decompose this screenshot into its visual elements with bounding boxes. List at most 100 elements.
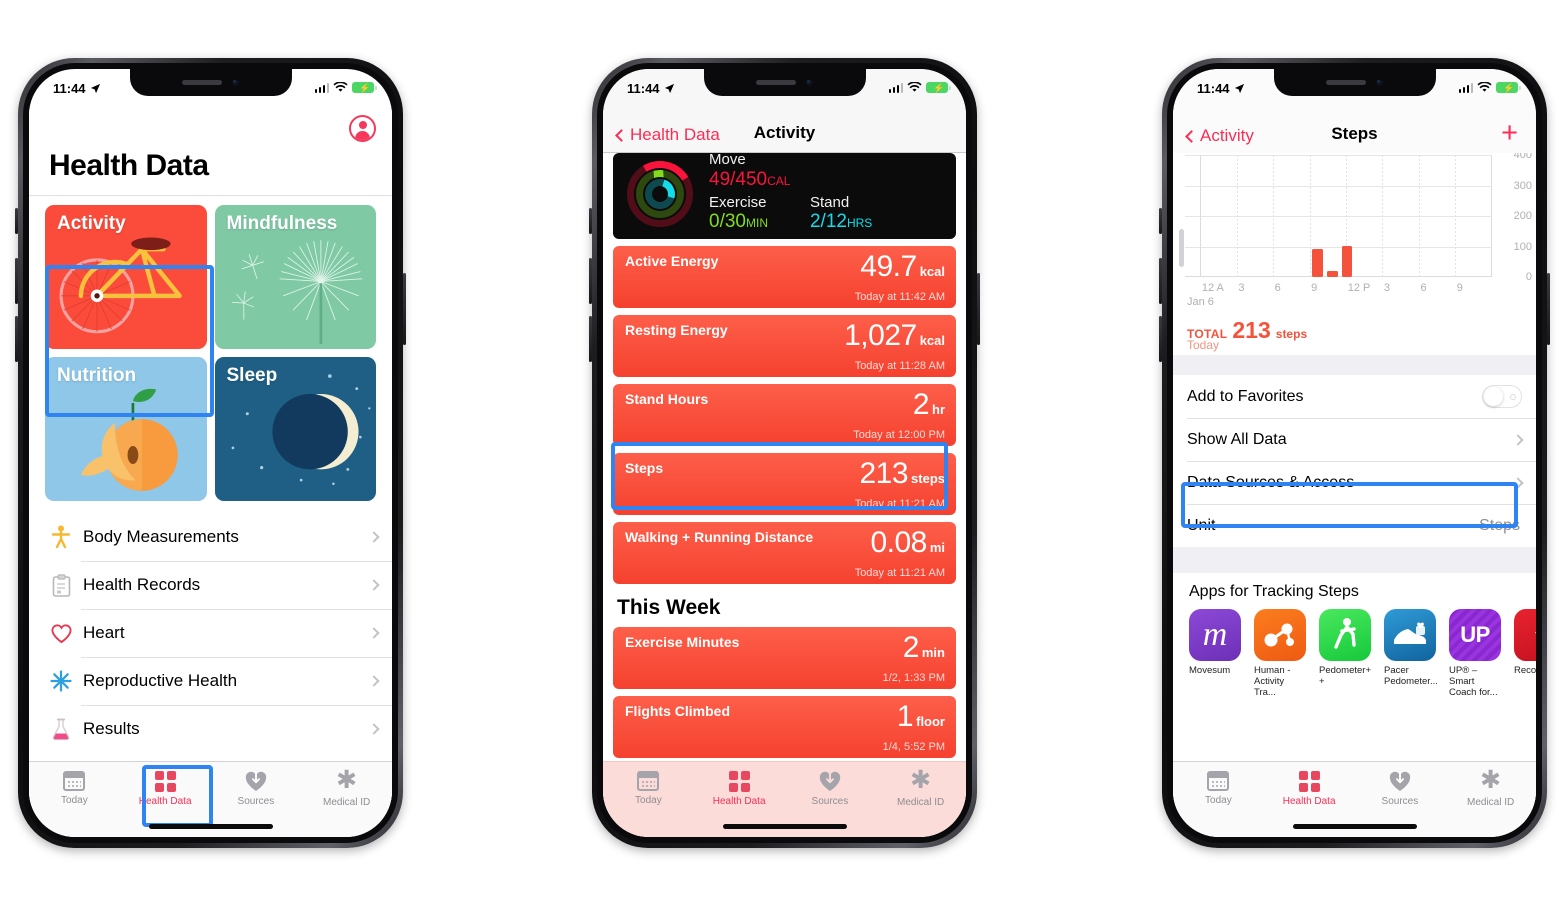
app-item[interactable]: m Movesum [1189, 609, 1241, 698]
shoe-icon [1384, 609, 1436, 661]
gridline-400 [1185, 155, 1492, 156]
plus-icon[interactable]: + [1501, 119, 1518, 148]
section-title-this-week: This Week [617, 596, 721, 619]
status-time: 11:44 [1197, 81, 1245, 96]
settings-row-show-all-data[interactable]: Show All Data [1173, 418, 1536, 461]
power-button[interactable] [403, 273, 406, 345]
settings-row-unit[interactable]: Unit Steps [1173, 504, 1536, 547]
mute-switch[interactable] [589, 208, 592, 234]
home-indicator[interactable] [722, 824, 847, 829]
earpiece-speaker-icon [755, 80, 796, 85]
app-item[interactable]: Human - Activity Tra... [1254, 609, 1306, 698]
metric-card-resting-energy[interactable]: Resting Energy 1,027 kcal Today at 11:28… [613, 315, 956, 377]
tab-health-data[interactable]: Health Data [1264, 762, 1355, 821]
mute-switch[interactable] [15, 208, 18, 234]
mute-switch[interactable] [1159, 208, 1162, 234]
ytick-label: 300 [1513, 179, 1532, 192]
tab-sources[interactable]: Sources [211, 762, 302, 821]
activity-rings-text: Move 49/450CAL Exercise 0/30MIN Stand 2/… [709, 153, 948, 233]
calendar-icon [637, 771, 660, 791]
calendar-icon [1207, 771, 1230, 791]
cellular-signal-icon [888, 82, 903, 93]
power-button[interactable] [977, 273, 980, 345]
earpiece-speaker-icon [181, 80, 222, 85]
tab-health-data[interactable]: Health Data [694, 762, 785, 821]
profile-avatar-icon[interactable] [349, 115, 376, 142]
tile-activity-label: Activity [57, 213, 126, 234]
chart-scroll-thumb[interactable] [1179, 229, 1184, 267]
chevron-right-icon [368, 579, 380, 591]
metric-timestamp: Today at 11:42 AM [854, 291, 945, 303]
app-item[interactable]: Reco Unde [1514, 609, 1536, 698]
metric-card-active-energy[interactable]: Active Energy 49.7 kcal Today at 11:42 A… [613, 246, 956, 308]
tile-nutrition[interactable]: Nutrition [45, 357, 207, 501]
tab-medical-id[interactable]: ✱ Medical ID [301, 762, 392, 821]
activity-rings-card[interactable]: Move 49/450CAL Exercise 0/30MIN Stand 2/… [613, 153, 956, 239]
tab-sources-label: Sources [237, 796, 275, 807]
asterisk-icon: ✱ [1480, 766, 1502, 794]
page-title: Health Data [49, 149, 209, 182]
chevron-right-icon [1512, 476, 1524, 489]
metric-value-group: 2 hr [913, 388, 945, 422]
app-name: Human - Activity Tra... [1254, 665, 1291, 698]
volume-down-button[interactable] [589, 316, 592, 362]
settings-row-add-to-favorites[interactable]: Add to Favorites [1173, 375, 1536, 418]
home-indicator[interactable] [1292, 824, 1417, 829]
heart-outline-icon [47, 619, 75, 647]
list-item[interactable]: Reproductive Health [29, 657, 392, 705]
xtick-label: 9 [1456, 282, 1463, 294]
tab-health-data[interactable]: Health Data [120, 762, 211, 821]
clipboard-icon [47, 571, 75, 599]
tile-mindfulness[interactable]: Mindfulness [214, 205, 376, 349]
tile-sleep[interactable]: Sleep [214, 357, 376, 501]
heart-download-icon [1388, 771, 1412, 792]
metric-card-stand-hours[interactable]: Stand Hours 2 hr Today at 12:00 PM [613, 384, 956, 446]
power-button[interactable] [1547, 273, 1550, 345]
total-value: 213 [1232, 317, 1271, 343]
metric-card-walking-running-distance[interactable]: Walking + Running Distance 0.08 mi Today… [613, 522, 956, 584]
front-camera-icon [230, 78, 240, 87]
home-indicator[interactable] [148, 824, 273, 829]
metric-unit: steps [911, 471, 945, 486]
location-arrow-icon [664, 83, 674, 94]
tab-medical-id[interactable]: ✱ Medical ID [875, 762, 966, 821]
tab-today[interactable]: Today [29, 762, 120, 821]
tab-sources[interactable]: Sources [1355, 762, 1446, 821]
add-to-favorites-toggle[interactable] [1482, 385, 1522, 408]
volume-up-button[interactable] [1159, 258, 1162, 304]
settings-row-data-sources-access[interactable]: Data Sources & Access [1173, 461, 1536, 504]
settings-group-spacer [1173, 355, 1536, 375]
tab-sources[interactable]: Sources [785, 762, 876, 821]
xtick-label: 12 P [1347, 282, 1371, 294]
gridline-200 [1185, 216, 1492, 217]
tab-today[interactable]: Today [603, 762, 694, 821]
metric-card-steps[interactable]: Steps 213 steps Today at 11:21 AM [613, 453, 956, 515]
list-item[interactable]: Heart [29, 609, 392, 657]
steps-chart[interactable]: 400 300 200 100 0 12 A 3 6 9 12 P 3 6 9 [1173, 149, 1536, 308]
volume-up-button[interactable] [589, 258, 592, 304]
xtick-label: 6 [1274, 282, 1281, 294]
volume-down-button[interactable] [15, 316, 18, 362]
metric-card-exercise-minutes[interactable]: Exercise Minutes 2 min 1/2, 1:33 PM [613, 627, 956, 689]
tab-medical-id-label: Medical ID [897, 797, 945, 808]
earpiece-speaker-icon [1325, 80, 1366, 85]
app-item[interactable]: UP UP® – Smart Coach for... [1449, 609, 1501, 698]
app-item[interactable]: Pedometer+ + [1319, 609, 1371, 698]
tile-activity[interactable]: Activity [45, 205, 207, 349]
list-item[interactable]: Results [29, 705, 392, 753]
volume-down-button[interactable] [1159, 316, 1162, 362]
list-item[interactable]: Body Measurements [29, 513, 392, 561]
heart-download-icon [818, 771, 842, 792]
health-grid-icon [1298, 771, 1320, 792]
metric-card-flights-climbed[interactable]: Flights Climbed 1 floor 1/4, 5:52 PM [613, 696, 956, 758]
volume-up-button[interactable] [15, 258, 18, 304]
list-item[interactable]: Health Records [29, 561, 392, 609]
health-grid-icon [728, 771, 750, 792]
tab-today[interactable]: Today [1173, 762, 1264, 821]
wifi-icon [333, 82, 348, 92]
app-item[interactable]: Pacer Pedometer... [1384, 609, 1438, 698]
location-arrow-icon [1234, 83, 1244, 94]
tab-medical-id[interactable]: ✱ Medical ID [1445, 762, 1536, 821]
screenshot-stage: 11:44 ⚡ Health Data Activity Mindfulness… [0, 0, 1559, 905]
xtick-label: 3 [1238, 282, 1245, 294]
